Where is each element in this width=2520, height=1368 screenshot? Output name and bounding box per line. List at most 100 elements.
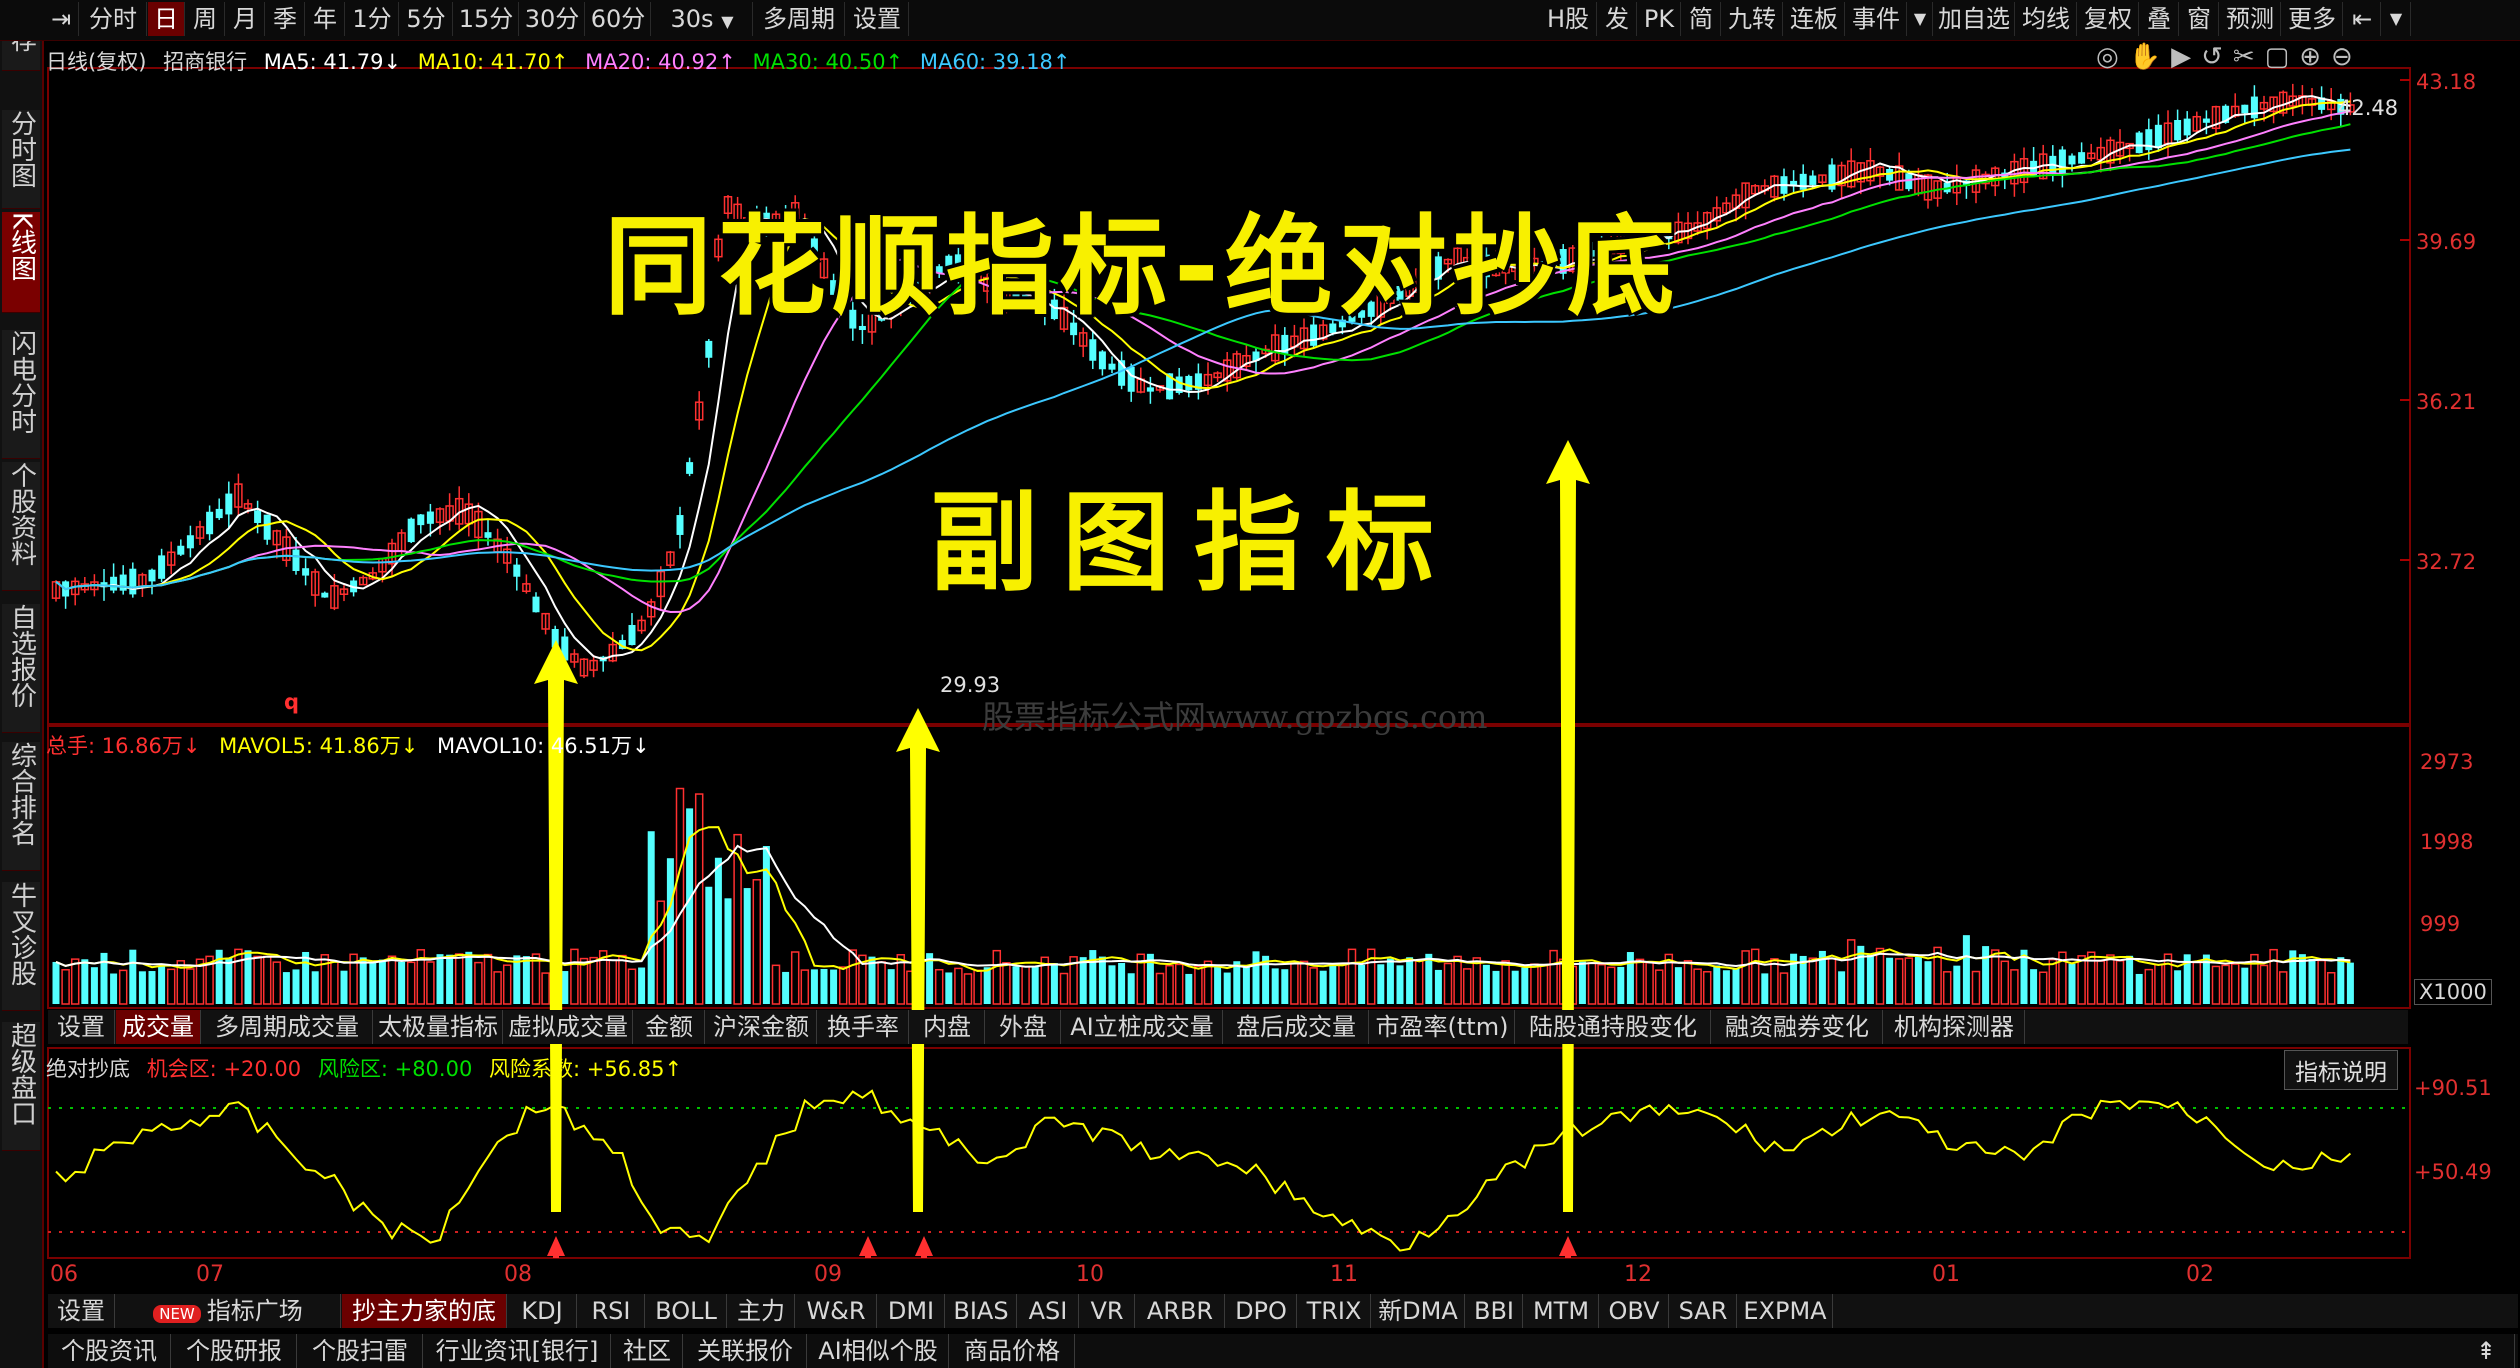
- tab-indicator-settings[interactable]: 设置: [48, 1294, 115, 1328]
- tab-turnover[interactable]: 换手率: [818, 1010, 909, 1044]
- scissors-icon[interactable]: ✂: [2233, 42, 2265, 72]
- collapse-icon[interactable]: ⇤: [2344, 2, 2381, 36]
- hand-icon[interactable]: ✋: [2129, 42, 2171, 72]
- tab-quarterly[interactable]: 季: [266, 2, 305, 36]
- tab-bias[interactable]: BIAS: [946, 1294, 1017, 1328]
- tab-dmi[interactable]: DMI: [878, 1294, 945, 1328]
- back-icon[interactable]: ⇥: [44, 2, 79, 36]
- sidebar-item-ranking[interactable]: 综合排名: [2, 742, 40, 871]
- undo-icon[interactable]: ↺: [2201, 42, 2233, 72]
- tab-after-hours-volume[interactable]: 盘后成交量: [1224, 1010, 1369, 1044]
- tab-outer-volume[interactable]: 外盘: [986, 1010, 1061, 1044]
- tab-wr[interactable]: W&R: [796, 1294, 877, 1328]
- settings-button[interactable]: 设置: [846, 2, 909, 36]
- pk-button[interactable]: PK: [1638, 2, 1681, 36]
- expand-panel-icon[interactable]: ⇞: [2458, 1334, 2515, 1368]
- menu-dropdown-icon[interactable]: ▼: [2382, 2, 2411, 36]
- limit-board-button[interactable]: 连板: [1784, 2, 1845, 36]
- tab-industry-news[interactable]: 行业资讯[银行]: [424, 1334, 611, 1368]
- tab-daily[interactable]: 日: [148, 2, 185, 36]
- tab-monthly[interactable]: 月: [226, 2, 265, 36]
- candle-body: [407, 518, 415, 543]
- issue-button[interactable]: 发: [1598, 2, 1637, 36]
- tab-multi-period-volume[interactable]: 多周期成交量: [202, 1010, 373, 1044]
- sidebar-item-flash-timeshare[interactable]: 闪电分时: [2, 330, 40, 459]
- zoom-out-icon[interactable]: ⊖: [2331, 42, 2363, 72]
- tab-yearly[interactable]: 年: [306, 2, 345, 36]
- tab-amount[interactable]: 金额: [634, 1010, 705, 1044]
- h-share-button[interactable]: H股: [1540, 2, 1597, 36]
- q-marker: q: [284, 690, 300, 714]
- tab-expma[interactable]: EXPMA: [1738, 1294, 1833, 1328]
- restore-rights-button[interactable]: 复权: [2078, 2, 2139, 36]
- tab-boll[interactable]: BOLL: [646, 1294, 727, 1328]
- tab-60min[interactable]: 60分: [586, 2, 651, 36]
- tab-1min[interactable]: 1分: [346, 2, 399, 36]
- volume-bar: [2221, 964, 2230, 1005]
- tab-kdj[interactable]: KDJ: [508, 1294, 577, 1328]
- ma-lines-button[interactable]: 均线: [2016, 2, 2077, 36]
- tab-vr[interactable]: VR: [1080, 1294, 1135, 1328]
- tab-30min[interactable]: 30分: [520, 2, 585, 36]
- tab-settings[interactable]: 设置: [48, 1010, 115, 1044]
- tab-commodity-prices[interactable]: 商品价格: [950, 1334, 1075, 1368]
- tab-sar[interactable]: SAR: [1670, 1294, 1737, 1328]
- play-icon[interactable]: ▶: [2171, 42, 2201, 72]
- tab-stock-news[interactable]: 个股资讯: [48, 1334, 171, 1368]
- tab-volume[interactable]: 成交量: [116, 1010, 201, 1044]
- tab-institution-detector[interactable]: 机构探测器: [1884, 1010, 2025, 1044]
- tab-pe-ttm[interactable]: 市盈率(ttm): [1370, 1010, 1515, 1044]
- tab-new-dma[interactable]: 新DMA: [1372, 1294, 1465, 1328]
- overlay-button[interactable]: 叠: [2140, 2, 2179, 36]
- sidebar-item-super-quote[interactable]: 超级盘口: [2, 1022, 40, 1151]
- tab-bbi[interactable]: BBI: [1466, 1294, 1523, 1328]
- tab-zhuli[interactable]: 主力: [728, 1294, 795, 1328]
- event-dropdown-icon[interactable]: ▼: [1908, 2, 1933, 36]
- tab-30s-select[interactable]: 30s ▼: [652, 2, 753, 36]
- add-watchlist-button[interactable]: 加自选: [1934, 2, 2015, 36]
- eye-icon[interactable]: ◎: [2096, 42, 2129, 72]
- more-button[interactable]: 更多: [2282, 2, 2343, 36]
- tab-sh-sz-amount[interactable]: 沪深金额: [706, 1010, 817, 1044]
- tab-inner-volume[interactable]: 内盘: [910, 1010, 985, 1044]
- tab-hk-connect[interactable]: 陆股通持股变化: [1516, 1010, 1711, 1044]
- tab-obv[interactable]: OBV: [1600, 1294, 1669, 1328]
- tab-stock-scan[interactable]: 个股扫雷: [298, 1334, 423, 1368]
- tab-rsi[interactable]: RSI: [578, 1294, 645, 1328]
- lock-icon[interactable]: ▢: [2265, 42, 2300, 72]
- nine-turn-button[interactable]: 九转: [1722, 2, 1783, 36]
- indicator-explain-button[interactable]: 指标说明: [2284, 1050, 2398, 1090]
- event-button[interactable]: 事件: [1846, 2, 1907, 36]
- tab-indicator-plaza[interactable]: NEW 指标广场: [116, 1294, 341, 1328]
- tab-ai-volume[interactable]: AI立桩成交量: [1062, 1010, 1223, 1044]
- sidebar-item-timeshare[interactable]: 分时图: [2, 110, 40, 209]
- tab-margin[interactable]: 融资融券变化: [1712, 1010, 1883, 1044]
- date-axis-label: 06: [50, 1262, 78, 1287]
- window-button[interactable]: 窗: [2180, 2, 2219, 36]
- tab-community[interactable]: 社区: [612, 1334, 683, 1368]
- predict-button[interactable]: 预测: [2220, 2, 2281, 36]
- tab-mtm[interactable]: MTM: [1524, 1294, 1599, 1328]
- tab-dpo[interactable]: DPO: [1226, 1294, 1297, 1328]
- tab-ai-similar[interactable]: AI相似个股: [808, 1334, 949, 1368]
- tab-15min[interactable]: 15分: [454, 2, 519, 36]
- simple-button[interactable]: 简: [1682, 2, 1721, 36]
- tab-5min[interactable]: 5分: [400, 2, 453, 36]
- tab-asi[interactable]: ASI: [1018, 1294, 1079, 1328]
- sidebar-item-stock-info[interactable]: 个股资料: [2, 462, 40, 591]
- sidebar-item-watchlist[interactable]: 自选报价: [2, 604, 40, 733]
- tab-weekly[interactable]: 周: [186, 2, 225, 36]
- zoom-in-icon[interactable]: ⊕: [2299, 42, 2331, 72]
- tab-timeshare[interactable]: 分时: [80, 2, 147, 36]
- candle-body: [302, 568, 310, 576]
- tab-multi-period[interactable]: 多周期: [754, 2, 845, 36]
- sidebar-item-diagnosis[interactable]: 牛叉诊股: [2, 882, 40, 1011]
- tab-stock-research[interactable]: 个股研报: [172, 1334, 297, 1368]
- tab-taiji-volume[interactable]: 太极量指标: [374, 1010, 503, 1044]
- sidebar-item-kline[interactable]: K线图: [2, 212, 40, 313]
- tab-trix[interactable]: TRIX: [1298, 1294, 1371, 1328]
- tab-related-quotes[interactable]: 关联报价: [684, 1334, 807, 1368]
- tab-arbr[interactable]: ARBR: [1136, 1294, 1225, 1328]
- tab-chao-zhuli[interactable]: 抄主力家的底: [342, 1294, 507, 1328]
- tab-virtual-volume[interactable]: 虚拟成交量: [504, 1010, 633, 1044]
